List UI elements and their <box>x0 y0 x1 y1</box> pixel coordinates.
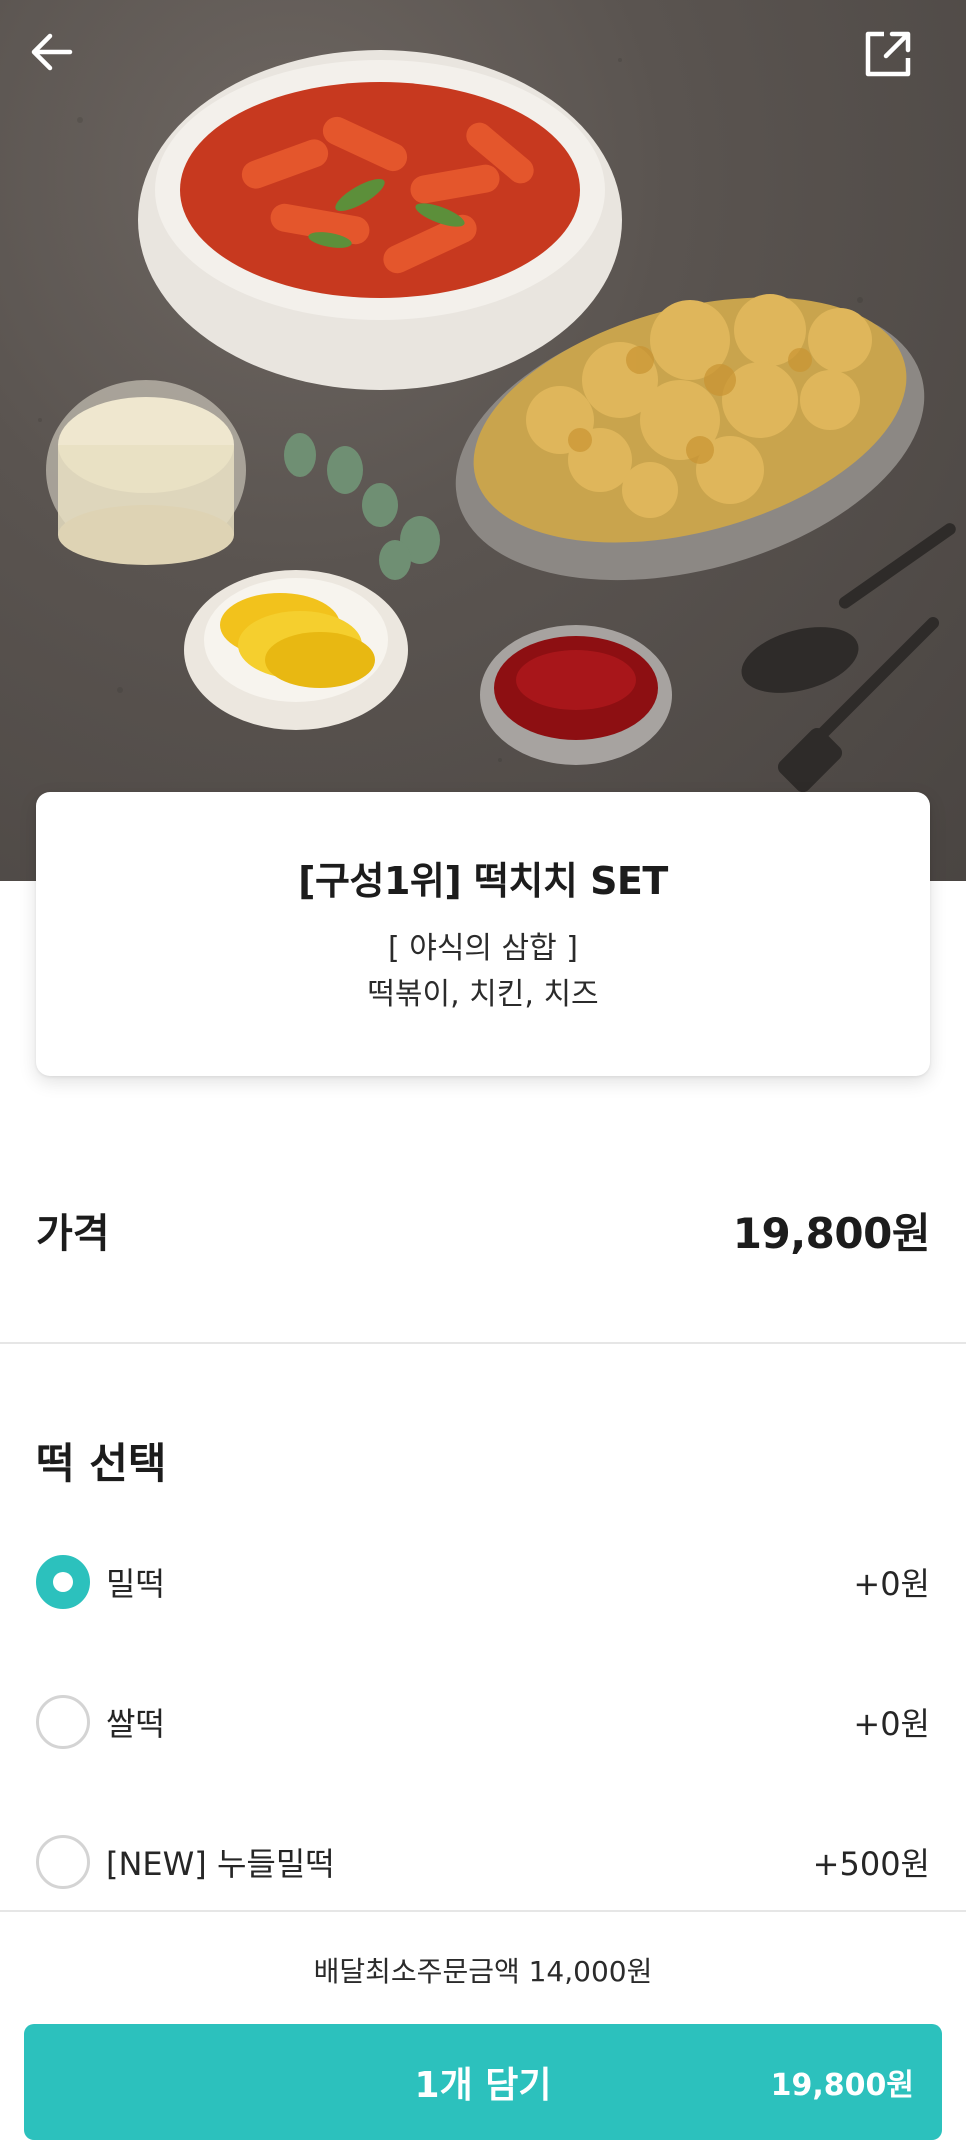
product-title: [구성1위] 떡치치 SET <box>298 859 668 903</box>
radio-unselected[interactable] <box>36 1695 90 1749</box>
radio-unselected[interactable] <box>36 1835 90 1889</box>
option-noodle-wheat-tteok[interactable]: [NEW] 누들밀떡 +500원 <box>36 1832 930 1892</box>
min-order-notice: 배달최소주문금액 14,000원 <box>313 1955 653 1988</box>
option-label: [NEW] 누들밀떡 <box>106 1845 335 1883</box>
option-price: +0원 <box>853 1705 930 1743</box>
price-row: 가격 19,800원 <box>36 1200 931 1260</box>
add-to-cart-price: 19,800원 <box>770 2068 914 2103</box>
option-label: 쌀떡 <box>106 1705 165 1743</box>
option-label: 밀떡 <box>106 1565 165 1603</box>
share-button[interactable] <box>864 30 936 102</box>
product-hero-image <box>0 0 966 881</box>
product-desc-line2: 떡볶이, 치킨, 치즈 <box>367 977 599 1012</box>
share-external-icon <box>865 31 911 77</box>
product-description: [ 야식의 삼합 ] 떡볶이, 치킨, 치즈 <box>36 926 930 1018</box>
arrow-left-icon <box>31 33 73 71</box>
product-info-card: [구성1위] 떡치치 SET [ 야식의 삼합 ] 떡볶이, 치킨, 치즈 <box>36 792 930 1076</box>
option-price: +0원 <box>853 1565 930 1603</box>
add-to-cart-label: 1개 담기 <box>414 2065 552 2106</box>
option-wheat-tteok[interactable]: 밀떡 +0원 <box>36 1552 930 1612</box>
product-detail-page: [구성1위] 떡치치 SET [ 야식의 삼합 ] 떡볶이, 치킨, 치즈 가격… <box>0 0 966 2142</box>
section-divider <box>0 1342 966 1344</box>
price-value: 19,800원 <box>732 1208 931 1258</box>
bottom-order-bar: 배달최소주문금액 14,000원 1개 담기 19,800원 <box>0 1910 966 2142</box>
option-rice-tteok[interactable]: 쌀떡 +0원 <box>36 1692 930 1752</box>
add-to-cart-button[interactable]: 1개 담기 19,800원 <box>24 2024 942 2140</box>
option-price: +500원 <box>812 1845 930 1883</box>
price-label: 가격 <box>36 1211 110 1257</box>
radio-selected[interactable] <box>36 1555 90 1609</box>
back-button[interactable] <box>30 30 102 102</box>
food-illustration <box>38 50 956 833</box>
product-desc-line1: [ 야식의 삼합 ] <box>387 931 579 966</box>
rice-cake-section-title: 떡 선택 <box>36 1439 167 1488</box>
